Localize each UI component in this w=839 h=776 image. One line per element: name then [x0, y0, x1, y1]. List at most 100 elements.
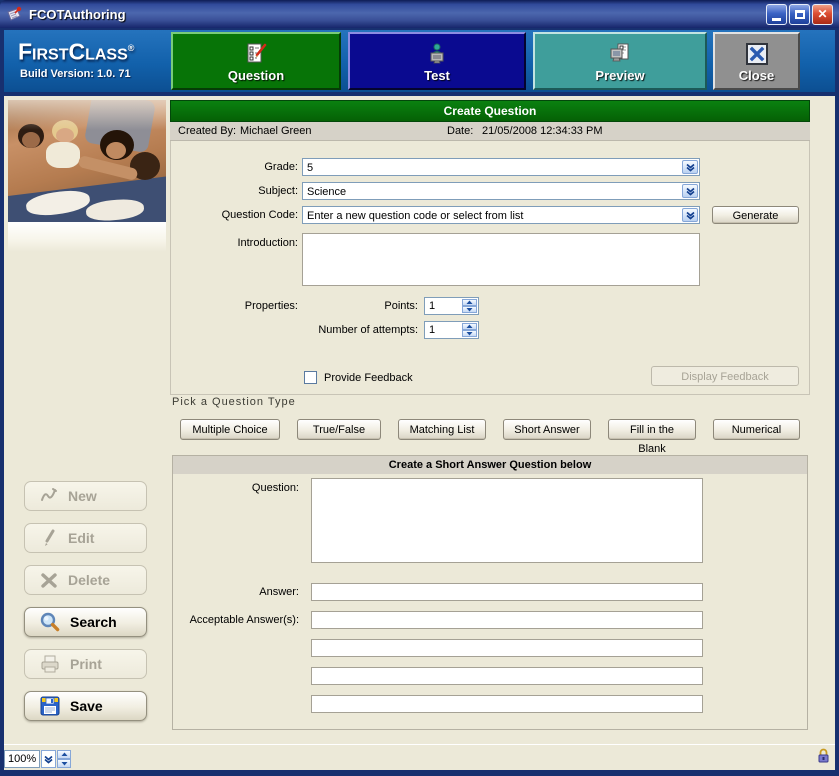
close-icon [745, 42, 769, 66]
dropdown-arrow-icon[interactable] [682, 208, 698, 222]
zoom-dropdown-arrow-icon[interactable] [41, 750, 56, 768]
app-icon [6, 6, 23, 22]
statusbar-divider [4, 744, 835, 745]
question-type-button-multiple-choice[interactable]: Multiple Choice [180, 419, 280, 440]
zoom-level-value[interactable]: 100% [4, 750, 40, 768]
page-title: Create Question [170, 100, 810, 122]
date-value: 21/05/2008 12:34:33 PM [482, 125, 602, 137]
nav-button-question[interactable]: Question [171, 32, 341, 90]
zoom-control: 100% [4, 750, 71, 768]
created-by-value: Michael Green [240, 125, 312, 137]
preview-icon [608, 42, 632, 66]
question-label: Question: [151, 482, 299, 494]
subject-combobox[interactable]: Science [302, 182, 700, 200]
acceptable-answer-input-3[interactable] [311, 667, 703, 685]
question-code-label: Question Code: [170, 209, 298, 221]
sidebar-button-label: Save [70, 698, 103, 714]
build-version: Build Version: 1.0. 71 [20, 68, 168, 80]
classroom-photo [8, 100, 166, 222]
search-icon [39, 611, 61, 633]
firstclass-logo: FirstClass® Build Version: 1.0. 71 [8, 32, 168, 90]
lock-icon [817, 748, 830, 764]
sidebar-button-edit[interactable]: Edit [24, 523, 147, 553]
new-icon [39, 486, 59, 506]
sidebar-button-new[interactable]: New [24, 481, 147, 511]
display-feedback-button[interactable]: Display Feedback [651, 366, 799, 386]
question-type-button-matching-list[interactable]: Matching List [398, 419, 486, 440]
introduction-textarea[interactable] [302, 233, 700, 286]
grade-label: Grade: [170, 161, 298, 173]
subject-label: Subject: [170, 185, 298, 197]
sidebar-button-label: New [68, 488, 97, 504]
nav-label: Question [228, 68, 284, 83]
provide-feedback-checkbox[interactable] [304, 371, 317, 384]
save-icon [39, 695, 61, 717]
delete-icon [39, 570, 59, 590]
trademark-symbol: ® [128, 43, 135, 53]
sidebar-button-label: Search [70, 614, 117, 630]
sidebar-button-search[interactable]: Search [24, 607, 147, 637]
sidebar-button-print[interactable]: Print [24, 649, 147, 679]
acceptable-answer-input-4[interactable] [311, 695, 703, 713]
nav-label: Close [739, 68, 774, 83]
sidebar-button-label: Edit [68, 530, 94, 546]
nav-button-preview[interactable]: Preview [533, 32, 707, 90]
nav-label: Test [424, 68, 450, 83]
provide-feedback-label: Provide Feedback [324, 372, 413, 384]
brand-name: FirstClass [18, 39, 128, 65]
question-code-value: Enter a new question code or select from… [307, 210, 523, 222]
sidebar-button-delete[interactable]: Delete [24, 565, 147, 595]
question-code-combobox[interactable]: Enter a new question code or select from… [302, 206, 700, 224]
test-icon [425, 42, 449, 66]
window-title: FCOTAuthoring [29, 7, 766, 22]
acceptable-answer-input-1[interactable] [311, 611, 703, 629]
dropdown-arrow-icon[interactable] [682, 160, 698, 174]
points-stepper[interactable]: 1 [424, 297, 479, 315]
print-icon [39, 653, 61, 675]
sidebar-button-label: Delete [68, 572, 110, 588]
question-type-button-fill-in-the-blank[interactable]: Fill in the Blank [608, 419, 696, 440]
attempts-value: 1 [429, 324, 435, 336]
question-icon [244, 42, 268, 66]
short-answer-header: Create a Short Answer Question below [173, 456, 807, 474]
question-type-buttons: Multiple Choice True/False Matching List… [180, 419, 800, 440]
points-value: 1 [429, 300, 435, 312]
nav-label: Preview [595, 68, 644, 83]
acceptable-answer-input-2[interactable] [311, 639, 703, 657]
generate-button[interactable]: Generate [712, 206, 799, 224]
date-label: Date: [447, 125, 473, 137]
maximize-button[interactable] [789, 4, 810, 25]
close-window-button[interactable]: ✕ [812, 4, 833, 25]
nav-button-close[interactable]: Close [713, 32, 800, 90]
photo-fade [8, 222, 166, 252]
answer-input[interactable] [311, 583, 703, 601]
app-window: FCOTAuthoring ✕ FirstClass® Build Versio… [0, 0, 839, 776]
question-type-section-label: Pick a Question Type [172, 396, 296, 408]
zoom-stepper[interactable] [57, 750, 71, 768]
question-textarea[interactable] [311, 478, 703, 563]
edit-icon [39, 528, 59, 548]
spinner-arrows-icon[interactable] [462, 323, 477, 337]
dropdown-arrow-icon[interactable] [682, 184, 698, 198]
acceptable-answers-label: Acceptable Answer(s): [151, 614, 299, 626]
title-bar: FCOTAuthoring ✕ [0, 0, 839, 28]
minimize-button[interactable] [766, 4, 787, 25]
grade-combobox[interactable]: 5 [302, 158, 700, 176]
question-type-button-short-answer[interactable]: Short Answer [503, 419, 591, 440]
sidebar-button-save[interactable]: Save [24, 691, 147, 721]
question-type-button-true-false[interactable]: True/False [297, 419, 381, 440]
grade-value: 5 [307, 162, 313, 174]
attempts-label: Number of attempts: [230, 324, 418, 336]
introduction-label: Introduction: [170, 237, 298, 249]
question-type-button-numerical[interactable]: Numerical [713, 419, 800, 440]
nav-button-test[interactable]: Test [348, 32, 526, 90]
answer-label: Answer: [151, 586, 299, 598]
created-by-label: Created By: [178, 125, 236, 137]
points-label: Points: [230, 300, 418, 312]
sidebar-button-label: Print [70, 656, 102, 672]
subject-value: Science [307, 186, 346, 198]
spinner-arrows-icon[interactable] [462, 299, 477, 313]
meta-bar: Created By: Michael Green Date: 21/05/20… [170, 122, 810, 141]
attempts-stepper[interactable]: 1 [424, 321, 479, 339]
short-answer-panel: Create a Short Answer Question below Que… [172, 455, 808, 730]
